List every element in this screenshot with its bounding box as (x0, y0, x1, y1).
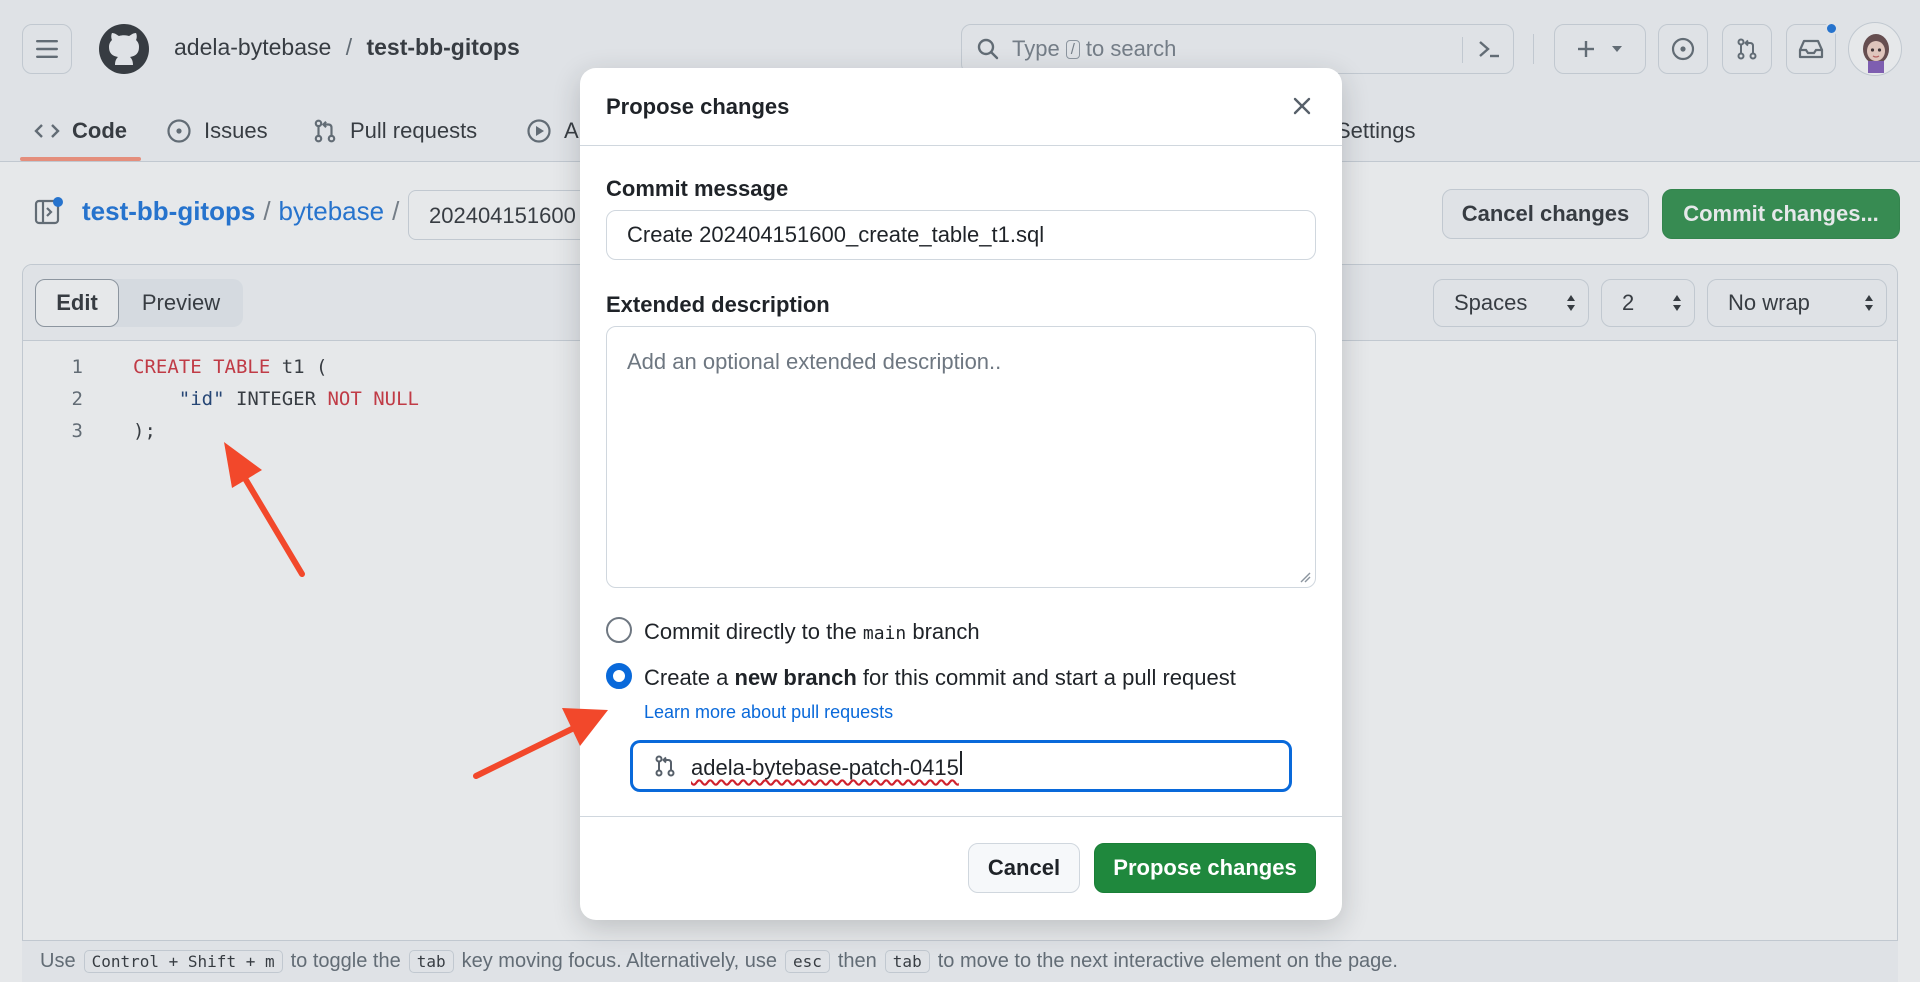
commit-message-value: Create 202404151600_create_table_t1.sql (627, 222, 1045, 247)
new-branch-text: for this commit and start a pull request (862, 665, 1236, 690)
git-pull-request-icon (655, 755, 675, 777)
close-button[interactable] (1288, 92, 1316, 120)
resize-handle-icon[interactable] (1299, 571, 1311, 583)
branch-name-value: adela-bytebase-patch-0415 (691, 755, 959, 780)
propose-changes-button[interactable]: Propose changes (1094, 843, 1316, 893)
annotation-arrow-code (224, 442, 305, 577)
annotation-arrow-branch (473, 708, 608, 779)
new-branch-label[interactable]: Create a new branch for this commit and … (644, 665, 1236, 691)
commit-message-input[interactable]: Create 202404151600_create_table_t1.sql (606, 210, 1316, 260)
propose-changes-label: Propose changes (1113, 855, 1297, 880)
propose-changes-dialog: Propose changes Commit message Create 20… (580, 68, 1342, 920)
dialog-footer: Cancel Propose changes (580, 816, 1342, 920)
cancel-button[interactable]: Cancel (968, 843, 1080, 893)
extended-description-placeholder: Add an optional extended description.. (627, 349, 1002, 374)
commit-direct-label[interactable]: Commit directly to the main branch (644, 619, 980, 645)
extended-description-textarea[interactable]: Add an optional extended description.. (606, 326, 1316, 588)
commit-message-label: Commit message (606, 176, 789, 201)
cancel-label: Cancel (987, 855, 1061, 880)
dialog-title: Propose changes (606, 94, 790, 119)
commit-direct-text: Commit directly to the (644, 619, 857, 644)
new-branch-radio[interactable] (606, 663, 632, 689)
commit-direct-radio[interactable] (606, 617, 632, 643)
branch-name-input[interactable]: adela-bytebase-patch-0415 (630, 740, 1292, 792)
new-branch-bold: new branch (734, 665, 857, 690)
dialog-header: Propose changes (580, 68, 1342, 146)
new-branch-text: Create a (644, 665, 729, 690)
commit-direct-text: branch (912, 619, 980, 644)
learn-more-link[interactable]: Learn more about pull requests (644, 702, 893, 723)
extended-description-label: Extended description (606, 292, 830, 317)
text-caret (959, 751, 962, 775)
close-icon (1293, 97, 1311, 115)
main-branch-name: main (862, 623, 907, 644)
